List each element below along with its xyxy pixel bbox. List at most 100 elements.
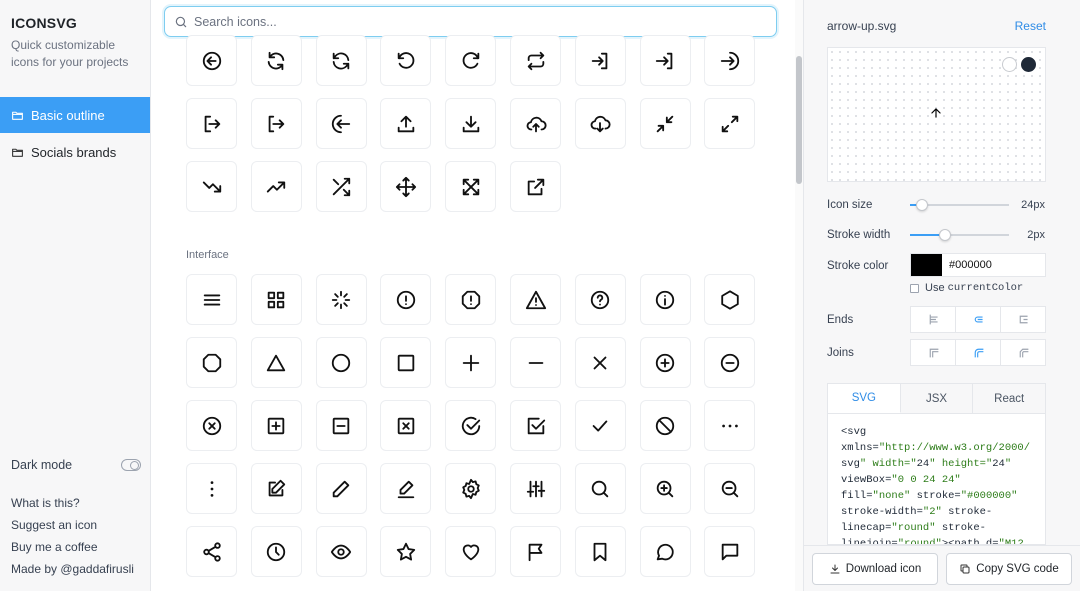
icon-tile-more-horizontal[interactable] [704,400,756,451]
icon-tile-trending-down[interactable] [186,161,237,212]
icon-tile-flag[interactable] [510,526,561,577]
icon-tile-bookmark[interactable] [574,526,626,577]
scrollbar[interactable] [795,0,803,591]
icon-tile-square[interactable] [380,337,432,388]
link-suggest-icon[interactable]: Suggest an icon [11,518,97,532]
icon-tile-rotate-cw[interactable] [445,35,497,86]
icon-tile-minimize[interactable] [639,98,691,149]
icon-tile-triangle[interactable] [250,337,302,388]
tab-svg[interactable]: SVG [828,384,901,413]
sidebar-item-basic-outline[interactable]: Basic outline [0,97,150,133]
icon-tile-settings[interactable] [445,463,497,514]
link-author[interactable]: Made by @gaddafirusli [11,562,134,576]
icon-tile-move[interactable] [380,161,432,212]
icon-tile-hexagon[interactable] [704,274,756,325]
linecap-round-option[interactable] [956,307,1001,332]
icon-tile-zoom-in[interactable] [639,463,691,514]
icon-tile-minus[interactable] [510,337,561,388]
stroke-color-field[interactable]: #000000 [910,253,1046,277]
icon-tile-search[interactable] [574,463,626,514]
icon-tile-plus-square[interactable] [250,400,302,451]
icon-tile-alert-circle[interactable] [380,274,432,325]
link-buy-coffee[interactable]: Buy me a coffee [11,540,98,554]
icon-tile-star[interactable] [380,526,432,577]
icon-tile-pencil[interactable] [315,463,367,514]
icon-tile-clock[interactable] [250,526,302,577]
icon-tile-grid[interactable] [250,274,302,325]
icon-tile-log-out-bracket[interactable] [250,98,302,149]
icon-tile-alert-triangle[interactable] [510,274,561,325]
icon-tile-maximize[interactable] [704,98,756,149]
icon-tile-shuffle[interactable] [315,161,367,212]
reset-button[interactable]: Reset [1015,19,1046,33]
icon-tile-download[interactable] [445,98,497,149]
use-current-color-checkbox[interactable] [910,283,919,293]
icon-tile-x-circle[interactable] [186,400,237,451]
icon-tile-share[interactable] [186,526,237,577]
linecap-butt-option[interactable] [911,307,956,332]
icon-tile-x-square[interactable] [380,400,432,451]
linejoin-miter-option[interactable] [911,340,956,365]
tab-react[interactable]: React [973,384,1045,413]
stroke-color-value[interactable]: #000000 [949,259,992,271]
icon-tile-menu[interactable] [186,274,237,325]
icon-tile-check[interactable] [574,400,626,451]
icon-tile-log-in-bracket[interactable] [639,35,691,86]
download-icon-button[interactable]: Download icon [812,553,938,585]
icon-tile-info[interactable] [639,274,691,325]
brand-logo[interactable]: ICONSVG [11,15,77,31]
search-input[interactable] [194,14,754,29]
copy-svg-button[interactable]: Copy SVG code [946,553,1072,585]
stroke-width-slider[interactable] [910,229,1009,241]
sidebar-item-socials-brands[interactable]: Socials brands [0,134,150,170]
svg-code[interactable]: <svg xmlns="http://www.w3.org/2000/svg" w… [828,414,1045,544]
icon-tile-check-square[interactable] [510,400,561,451]
icon-tile-external-link[interactable] [510,161,561,212]
icon-tile-message-circle[interactable] [639,526,691,577]
dark-background-swatch[interactable] [1021,57,1036,72]
icon-tile-circle[interactable] [315,337,367,388]
icon-tile-sliders[interactable] [510,463,561,514]
icon-tile-edit-underline[interactable] [380,463,432,514]
icon-tile-check-circle[interactable] [445,400,497,451]
icon-tile-rotate-ccw[interactable] [380,35,432,86]
icon-tile-plus[interactable] [445,337,497,388]
tab-jsx[interactable]: JSX [900,384,974,413]
icon-tile-arrow-left-from-circle[interactable] [315,98,367,149]
icon-tile-refresh[interactable] [315,35,367,86]
icon-tile-heart[interactable] [445,526,497,577]
icon-tile-arrow-left-circle[interactable] [186,35,237,86]
linejoin-bevel-option[interactable] [1001,340,1045,365]
use-current-color-option[interactable]: Use currentColor [910,282,1023,294]
icon-tile-x[interactable] [574,337,626,388]
icon-size-slider[interactable] [910,199,1009,211]
icon-tile-repeat[interactable] [510,35,561,86]
icon-tile-log-in[interactable] [574,35,626,86]
light-background-swatch[interactable] [1002,57,1017,72]
icon-tile-arrow-right-circle-in[interactable] [704,35,756,86]
icon-tile-download-cloud[interactable] [574,98,626,149]
icon-tile-alert-octagon[interactable] [445,274,497,325]
icon-tile-edit[interactable] [250,463,302,514]
linecap-square-option[interactable] [1001,307,1045,332]
icon-tile-refresh-alert[interactable] [250,35,302,86]
scrollbar-thumb[interactable] [796,56,802,184]
icon-size-slider-handle[interactable] [915,199,928,211]
icon-tile-log-out[interactable] [186,98,237,149]
link-what-is-this[interactable]: What is this? [11,496,80,510]
icon-tile-octagon[interactable] [186,337,237,388]
icon-tile-upload-cloud[interactable] [510,98,561,149]
stroke-color-swatch[interactable] [911,254,942,276]
linejoin-round-option[interactable] [956,340,1001,365]
icon-tile-eye[interactable] [315,526,367,577]
icon-tile-maximize-corners[interactable] [445,161,497,212]
icon-tile-upload[interactable] [380,98,432,149]
icon-tile-more-vertical[interactable] [186,463,237,514]
icon-tile-slash[interactable] [639,400,691,451]
dark-mode-toggle[interactable] [121,459,141,471]
icon-tile-loader[interactable] [315,274,367,325]
icon-tile-minus-square[interactable] [315,400,367,451]
icon-tile-plus-circle[interactable] [639,337,691,388]
icon-tile-help-circle[interactable] [574,274,626,325]
icon-tile-zoom-out[interactable] [704,463,756,514]
